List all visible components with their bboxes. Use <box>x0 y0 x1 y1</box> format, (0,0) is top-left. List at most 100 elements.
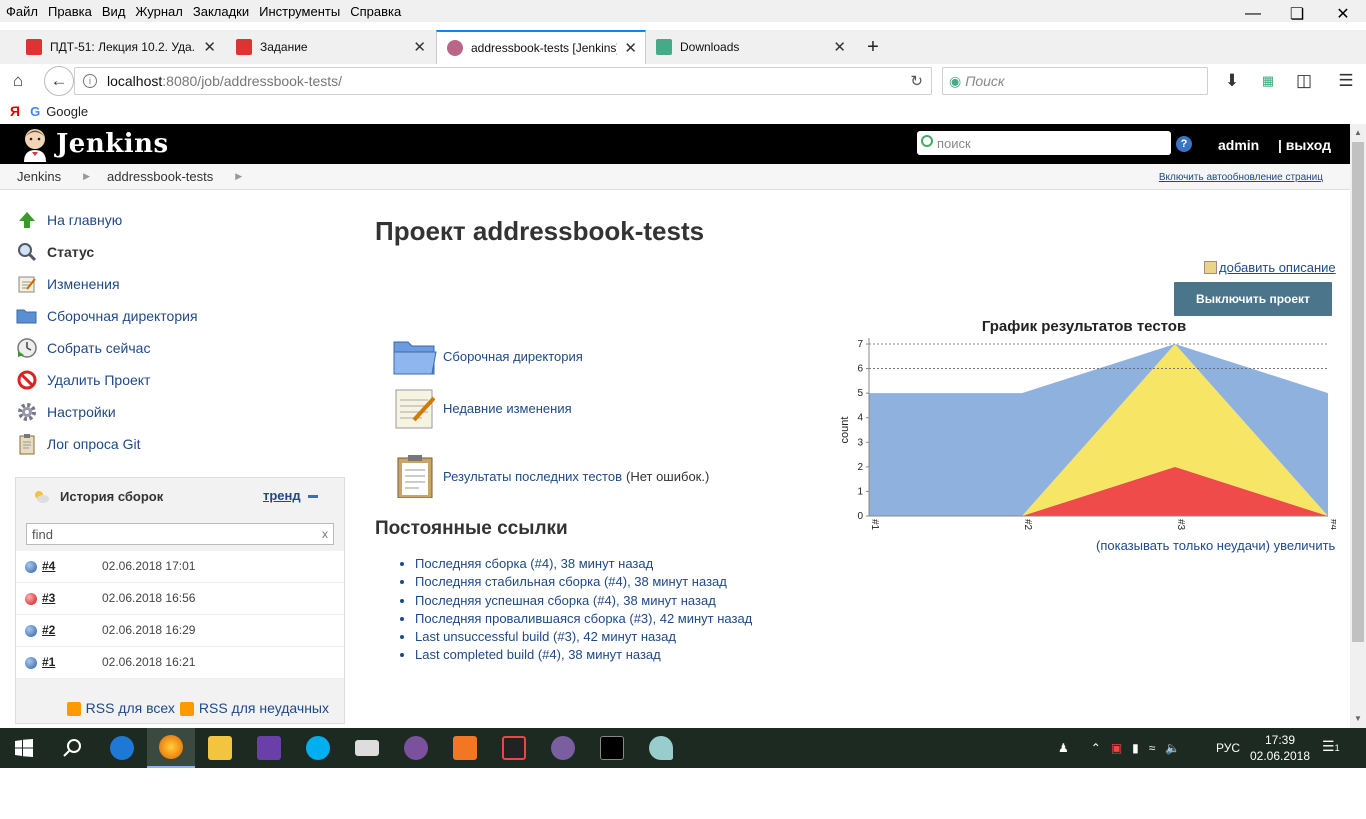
breadcrumb-jenkins[interactable]: Jenkins <box>0 169 61 184</box>
firefox-icon[interactable] <box>147 728 195 768</box>
scrollbar-thumb[interactable] <box>1352 142 1364 642</box>
sidebar-item-label[interactable]: Изменения <box>47 276 120 292</box>
download-icon[interactable]: ⬇ <box>1220 64 1244 98</box>
add-description-link[interactable]: добавить описание <box>1204 260 1336 275</box>
menu-view[interactable]: Вид <box>102 4 126 19</box>
url-bar[interactable]: i localhost:8080/job/addressbook-tests/ … <box>74 67 932 95</box>
google-bookmark[interactable]: Google <box>46 104 88 119</box>
help-icon[interactable]: ? <box>1176 136 1192 152</box>
extension-icon[interactable]: ▦ <box>1256 64 1280 98</box>
close-tab-icon[interactable]: ✕ <box>624 39 637 57</box>
user-link[interactable]: admin <box>1218 137 1259 153</box>
logout-link[interactable]: | выход <box>1278 137 1331 153</box>
wifi-icon[interactable]: ≈ <box>1149 741 1156 755</box>
sidebar-toggle-icon[interactable]: ◫ <box>1292 64 1316 98</box>
paint-icon[interactable] <box>637 728 685 768</box>
close-window-icon[interactable]: ✕ <box>1320 0 1366 28</box>
sidebar-item-status[interactable]: Статус <box>16 236 346 268</box>
home-icon[interactable]: ⌂ <box>6 64 30 98</box>
sidebar-item-build-now[interactable]: Собрать сейчас <box>16 332 346 364</box>
sidebar-item-label[interactable]: Лог опроса Git <box>47 436 140 452</box>
minimize-icon[interactable]: — <box>1230 0 1276 28</box>
build-date-link[interactable]: 02.06.2018 17:01 <box>102 559 195 573</box>
sidebar-item-label[interactable]: Удалить Проект <box>47 372 150 388</box>
network-error-icon[interactable]: ▣ <box>1111 741 1122 755</box>
mail-icon[interactable] <box>343 728 391 768</box>
workspace-link[interactable]: Сборочная директория <box>443 349 583 364</box>
menu-history[interactable]: Журнал <box>135 4 182 19</box>
menu-edit[interactable]: Правка <box>48 4 92 19</box>
clear-filter-icon[interactable]: x <box>322 527 328 541</box>
scroll-down-icon[interactable]: ▼ <box>1354 714 1362 723</box>
breadcrumb-arrow-icon[interactable]: ▶ <box>213 171 242 182</box>
menu-help[interactable]: Справка <box>350 4 401 19</box>
sidebar-item-label[interactable]: Собрать сейчас <box>47 340 150 356</box>
sidebar-item-git-log[interactable]: Лог опроса Git <box>16 428 346 460</box>
info-icon[interactable]: i <box>83 74 97 88</box>
tab-task[interactable]: Задание ✕ <box>226 30 434 64</box>
viber-icon[interactable] <box>392 728 440 768</box>
breadcrumb-arrow-icon[interactable]: ▶ <box>61 171 90 182</box>
file-explorer-icon[interactable] <box>196 728 244 768</box>
clock[interactable]: 17:39 02.06.2018 <box>1248 732 1312 764</box>
show-hidden-icons-icon[interactable]: ⌃ <box>1091 741 1101 755</box>
rss-failed-link[interactable]: RSS для неудачных <box>199 700 329 716</box>
notifications-icon[interactable]: ☰1 <box>1322 738 1342 758</box>
command-prompt-icon[interactable] <box>588 728 636 768</box>
menu-bookmarks[interactable]: Закладки <box>193 4 249 19</box>
skype-icon[interactable] <box>294 728 342 768</box>
build-date-link[interactable]: 02.06.2018 16:21 <box>102 655 195 669</box>
collapse-icon[interactable] <box>308 495 318 498</box>
show-only-failures-link[interactable]: (показывать только неудачи) <box>1096 538 1270 553</box>
jenkins-search-input[interactable]: поиск <box>917 131 1171 155</box>
sidebar-item-label[interactable]: Настройки <box>47 404 116 420</box>
sidebar-item-workspace[interactable]: Сборочная директория <box>16 300 346 332</box>
sidebar-item-changes[interactable]: Изменения <box>16 268 346 300</box>
vertical-scrollbar[interactable]: ▲ ▼ <box>1350 124 1366 728</box>
edge-icon[interactable] <box>98 728 146 768</box>
build-number-link[interactable]: #3 <box>42 591 55 605</box>
github-desktop-icon[interactable] <box>539 728 587 768</box>
new-tab-icon[interactable]: + <box>860 30 886 64</box>
build-number-link[interactable]: #2 <box>42 623 55 637</box>
enlarge-chart-link[interactable]: увеличить <box>1274 538 1336 553</box>
search-icon[interactable] <box>48 728 96 768</box>
permalink-last-successful[interactable]: Последняя успешная сборка (#4), 38 минут… <box>415 593 716 608</box>
sidebar-item-label[interactable]: Сборочная директория <box>47 308 198 324</box>
build-filter-input[interactable]: find x <box>26 523 334 545</box>
permalink-last-failed[interactable]: Последняя провалившаяся сборка (#3), 42 … <box>415 611 752 626</box>
build-date-link[interactable]: 02.06.2018 16:56 <box>102 591 195 605</box>
people-icon[interactable]: ♟ <box>1058 741 1069 755</box>
test-result-trend-chart[interactable]: 0 1 2 3 4 5 6 7 #1 #2 #3 #4 count <box>836 316 1336 534</box>
disable-project-button[interactable]: Выключить проект <box>1174 282 1332 316</box>
intellij-icon[interactable] <box>490 728 538 768</box>
jenkins-logo[interactable]: Jenkins <box>18 126 169 162</box>
scroll-up-icon[interactable]: ▲ <box>1354 128 1362 137</box>
sidebar-item-delete[interactable]: Удалить Проект <box>16 364 346 396</box>
breadcrumb-project[interactable]: addressbook-tests <box>90 169 213 184</box>
hamburger-menu-icon[interactable]: ☰ <box>1334 64 1358 98</box>
browser-search-input[interactable]: ◉ Поиск <box>942 67 1208 95</box>
tab-lecture[interactable]: ПДТ-51: Лекция 10.2. Уда... ✕ <box>16 30 224 64</box>
build-number-link[interactable]: #1 <box>42 655 55 669</box>
menu-file[interactable]: Файл <box>6 4 38 19</box>
restore-icon[interactable]: ❏ <box>1274 0 1320 28</box>
recent-changes-link[interactable]: Недавние изменения <box>443 401 572 416</box>
volume-icon[interactable]: 🔈 <box>1165 741 1180 755</box>
battery-icon[interactable]: ▮ <box>1132 741 1139 755</box>
permalink-last-stable[interactable]: Последняя стабильная сборка (#4), 38 мин… <box>415 574 727 589</box>
tab-jenkins[interactable]: addressbook-tests [Jenkins] ✕ <box>436 30 646 64</box>
sidebar-item-home[interactable]: На главную <box>16 204 346 236</box>
sidebar-item-label[interactable]: Статус <box>47 244 94 260</box>
sidebar-item-label[interactable]: На главную <box>47 212 122 228</box>
build-number-link[interactable]: #4 <box>42 559 55 573</box>
permalink-last-unsuccessful[interactable]: Last unsuccessful build (#3), 42 минут н… <box>415 629 676 644</box>
visual-studio-icon[interactable] <box>245 728 293 768</box>
back-icon[interactable]: ← <box>44 66 74 96</box>
permalink-last-completed[interactable]: Last completed build (#4), 38 минут наза… <box>415 647 661 662</box>
close-tab-icon[interactable]: ✕ <box>833 38 846 56</box>
xampp-icon[interactable] <box>441 728 489 768</box>
build-date-link[interactable]: 02.06.2018 16:29 <box>102 623 195 637</box>
yandex-bookmark[interactable]: Я <box>10 103 20 119</box>
menu-tools[interactable]: Инструменты <box>259 4 340 19</box>
